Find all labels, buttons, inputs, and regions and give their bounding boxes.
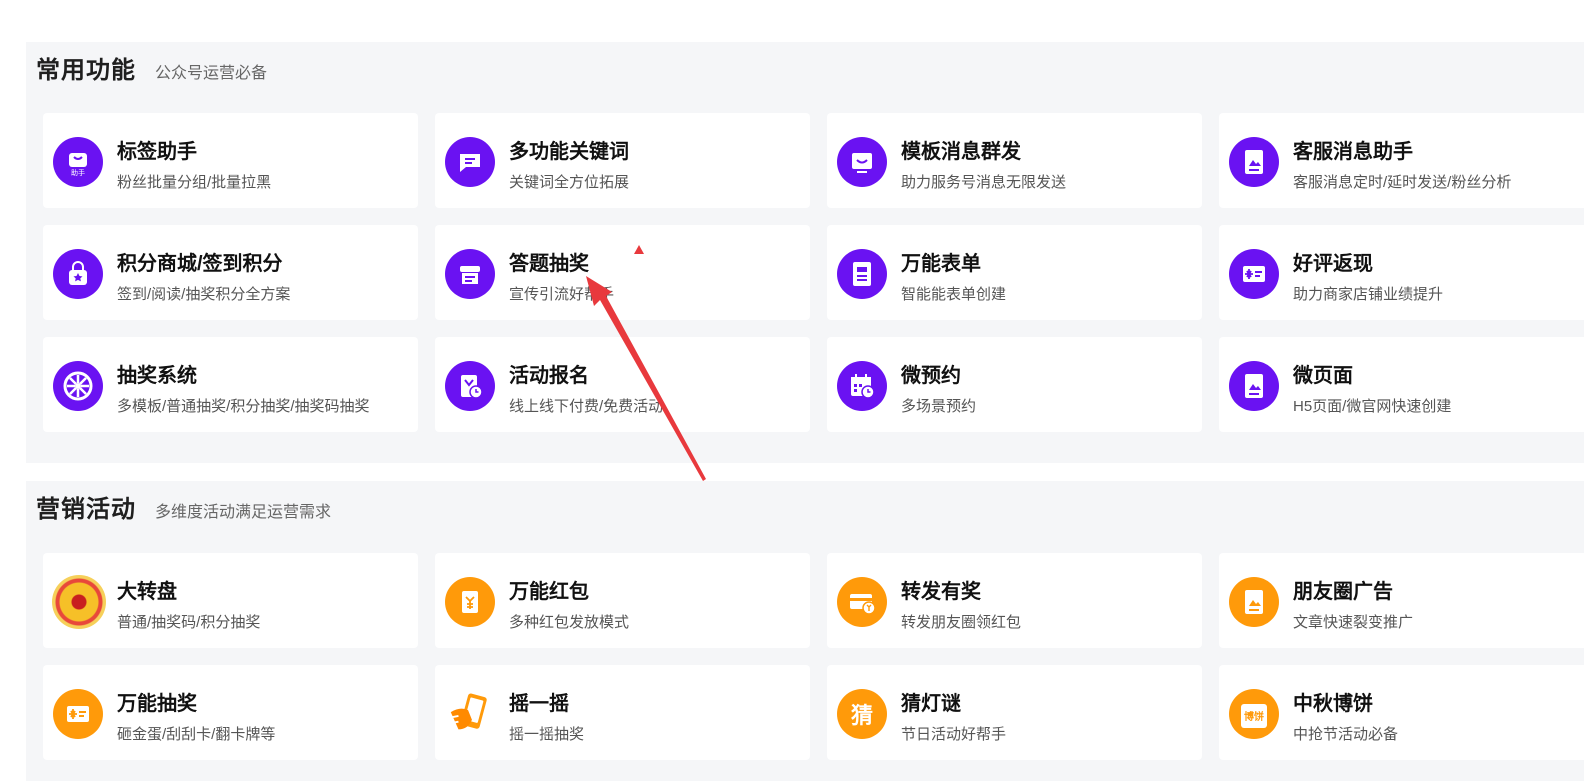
shake-icon (445, 689, 495, 739)
card-appointment[interactable]: 微预约 多场景预约 (827, 337, 1202, 432)
card-desc: 线上线下付费/免费活动 (509, 398, 664, 415)
card-big-wheel[interactable]: 大转盘 普通/抽奖码/积分抽奖 (43, 553, 418, 648)
card-desc: 关键词全方位拓展 (509, 174, 630, 191)
section-header: 营销活动 多维度活动满足运营需求 (36, 489, 331, 523)
tag-helper-icon: 助手 (53, 137, 103, 187)
template-message-icon (837, 137, 887, 187)
card-desc: 签到/阅读/抽奖积分全方案 (117, 286, 291, 303)
card-title: 中秋博饼 (1293, 693, 1373, 715)
card-title: 万能红包 (509, 581, 589, 603)
card-desc: 砸金蛋/刮刮卡/翻卡牌等 (117, 726, 276, 743)
card-lottery-system[interactable]: 抽奖系统 多模板/普通抽奖/积分抽奖/抽奖码抽奖 (43, 337, 418, 432)
card-title: 模板消息群发 (901, 141, 1021, 163)
section-common-features: 常用功能 公众号运营必备 助手 标签助手 粉丝批量分组/批量拉黑 多功能关键词 … (26, 42, 1584, 463)
card-event-signup[interactable]: 活动报名 线上线下付费/免费活动 (435, 337, 810, 432)
card-title: 微页面 (1293, 365, 1353, 387)
card-title: 朋友圈广告 (1293, 581, 1393, 603)
card-title: 摇一摇 (509, 693, 569, 715)
card-desc: 文章快速裂变推广 (1293, 614, 1414, 631)
card-keyword[interactable]: 多功能关键词 关键词全方位拓展 (435, 113, 810, 208)
card-desc: 宣传引流好帮手 (509, 286, 615, 303)
card-desc: 多种红包发放模式 (509, 614, 630, 631)
points-mall-icon (53, 249, 103, 299)
card-review-cashback[interactable]: 好评返现 助力商家店铺业绩提升 (1219, 225, 1584, 320)
card-desc: 助力服务号消息无限发送 (901, 174, 1067, 191)
card-desc: 客服消息定时/延时发送/粉丝分析 (1293, 174, 1512, 191)
card-title: 大转盘 (117, 581, 177, 603)
mooncake-icon: 博饼 (1229, 689, 1279, 739)
card-customer-service[interactable]: 客服消息助手 客服消息定时/延时发送/粉丝分析 (1219, 113, 1584, 208)
card-title: 转发有奖 (901, 581, 981, 603)
micro-page-icon (1229, 361, 1279, 411)
card-desc: 转发朋友圈领红包 (901, 614, 1022, 631)
card-title: 积分商城/签到积分 (117, 253, 283, 275)
card-desc: 节日活动好帮手 (901, 726, 1007, 743)
card-moments-ad[interactable]: 朋友圈广告 文章快速裂变推广 (1219, 553, 1584, 648)
card-title: 好评返现 (1293, 253, 1373, 275)
card-micro-page[interactable]: 微页面 H5页面/微官网快速创建 (1219, 337, 1584, 432)
share-reward-icon (837, 577, 887, 627)
universal-lottery-icon (53, 689, 103, 739)
lottery-system-icon (53, 361, 103, 411)
section-subtitle: 多维度活动满足运营需求 (155, 504, 332, 521)
card-form[interactable]: 万能表单 智能能表单创建 (827, 225, 1202, 320)
card-title: 多功能关键词 (509, 141, 629, 163)
red-packet-icon (445, 577, 495, 627)
card-desc: H5页面/微官网快速创建 (1293, 398, 1452, 415)
card-desc: 摇一摇抽奖 (509, 726, 585, 743)
card-tag-helper[interactable]: 助手 标签助手 粉丝批量分组/批量拉黑 (43, 113, 418, 208)
card-points-mall[interactable]: 积分商城/签到积分 签到/阅读/抽奖积分全方案 (43, 225, 418, 320)
customer-service-icon (1229, 137, 1279, 187)
moments-ad-icon (1229, 577, 1279, 627)
card-quiz-lottery[interactable]: 答题抽奖 宣传引流好帮手 (435, 225, 810, 320)
card-title: 微预约 (901, 365, 961, 387)
riddle-icon: 猜 (837, 689, 887, 739)
keyword-icon (445, 137, 495, 187)
section-marketing: 营销活动 多维度活动满足运营需求 大转盘 普通/抽奖码/积分抽奖 万能红包 多种… (26, 481, 1584, 781)
card-title: 答题抽奖 (509, 253, 589, 275)
card-desc: 智能能表单创建 (901, 286, 1007, 303)
card-title: 客服消息助手 (1293, 141, 1413, 163)
card-desc: 多模板/普通抽奖/积分抽奖/抽奖码抽奖 (117, 398, 370, 415)
review-cashback-icon (1229, 249, 1279, 299)
card-title: 万能抽奖 (117, 693, 197, 715)
section-header: 常用功能 公众号运营必备 (36, 50, 267, 84)
card-title: 猜灯谜 (901, 693, 961, 715)
card-title: 活动报名 (509, 365, 589, 387)
card-desc: 粉丝批量分组/批量拉黑 (117, 174, 272, 191)
event-signup-icon (445, 361, 495, 411)
section-title: 营销活动 (36, 496, 136, 523)
card-template-message[interactable]: 模板消息群发 助力服务号消息无限发送 (827, 113, 1202, 208)
card-title: 万能表单 (901, 253, 981, 275)
card-shake[interactable]: 摇一摇 摇一摇抽奖 (435, 665, 810, 760)
card-desc: 中抢节活动必备 (1293, 726, 1399, 743)
section-title: 常用功能 (36, 57, 136, 84)
card-red-packet[interactable]: 万能红包 多种红包发放模式 (435, 553, 810, 648)
card-desc: 普通/抽奖码/积分抽奖 (117, 614, 261, 631)
card-desc: 多场景预约 (901, 398, 977, 415)
card-title: 标签助手 (117, 141, 197, 163)
calendar-icon (837, 361, 887, 411)
form-icon (837, 249, 887, 299)
card-share-reward[interactable]: 转发有奖 转发朋友圈领红包 (827, 553, 1202, 648)
card-riddle[interactable]: 猜 猜灯谜 节日活动好帮手 (827, 665, 1202, 760)
svg-text:助手: 助手 (71, 168, 85, 177)
section-subtitle: 公众号运营必备 (155, 65, 268, 82)
quiz-lottery-icon (445, 249, 495, 299)
card-mooncake[interactable]: 博饼 中秋博饼 中抢节活动必备 (1219, 665, 1584, 760)
card-title: 抽奖系统 (117, 365, 197, 387)
wheel-icon (52, 575, 106, 629)
card-universal-lottery[interactable]: 万能抽奖 砸金蛋/刮刮卡/翻卡牌等 (43, 665, 418, 760)
card-desc: 助力商家店铺业绩提升 (1293, 286, 1444, 303)
